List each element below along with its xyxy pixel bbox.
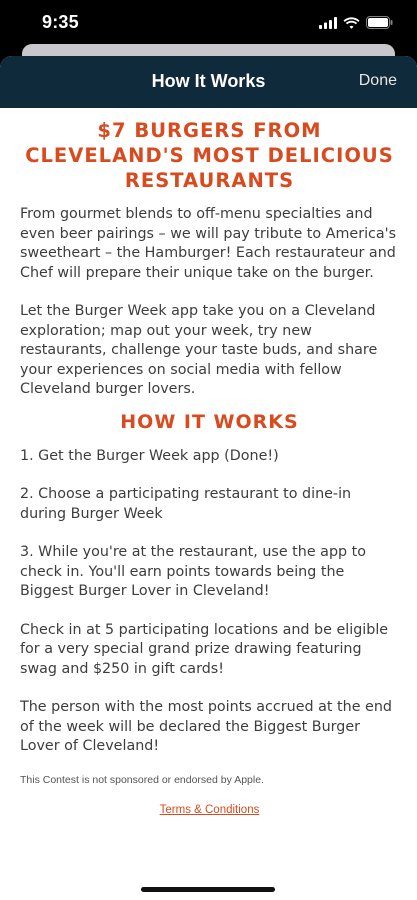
terms-and-conditions-link[interactable]: Terms & Conditions [20,804,399,816]
section-title: HOW IT WORKS [120,410,299,433]
battery-icon [366,14,393,33]
nav-bar: How It Works Done [0,56,417,108]
done-button[interactable]: Done [359,72,397,90]
step-item: The person with the most points accrued … [20,699,392,754]
apple-disclaimer: This Contest is not sponsored or endorse… [20,773,264,786]
step-item: Check in at 5 participating locations an… [20,621,389,677]
intro-paragraph-1: From gourmet blends to off-menu specialt… [20,206,397,281]
wifi-icon [343,14,360,33]
status-bar: 9:35 [0,0,417,46]
step-item: 2. Choose a participating restaurant to … [20,486,352,522]
status-time: 9:35 [42,12,79,32]
step-item: 3. While you're at the restaurant, use t… [20,544,366,599]
step-item: 1. Get the Burger Week app (Done!) [20,447,279,464]
status-icons [319,14,393,33]
intro-paragraph-2: Let the Burger Week app take you on a Cl… [20,303,378,397]
how-it-works-modal: How It Works Done $7 BURGERS FROM CLEVEL… [0,56,417,900]
screen: 9:35 How It Works Done $7 BURGERS FROM C… [0,0,417,900]
home-indicator [141,887,275,892]
headline: $7 BURGERS FROM CLEVELAND'S MOST DELICIO… [25,119,394,192]
nav-title: How It Works [151,71,266,91]
signal-icon [319,14,337,33]
content-scroll[interactable]: $7 BURGERS FROM CLEVELAND'S MOST DELICIO… [0,108,417,816]
